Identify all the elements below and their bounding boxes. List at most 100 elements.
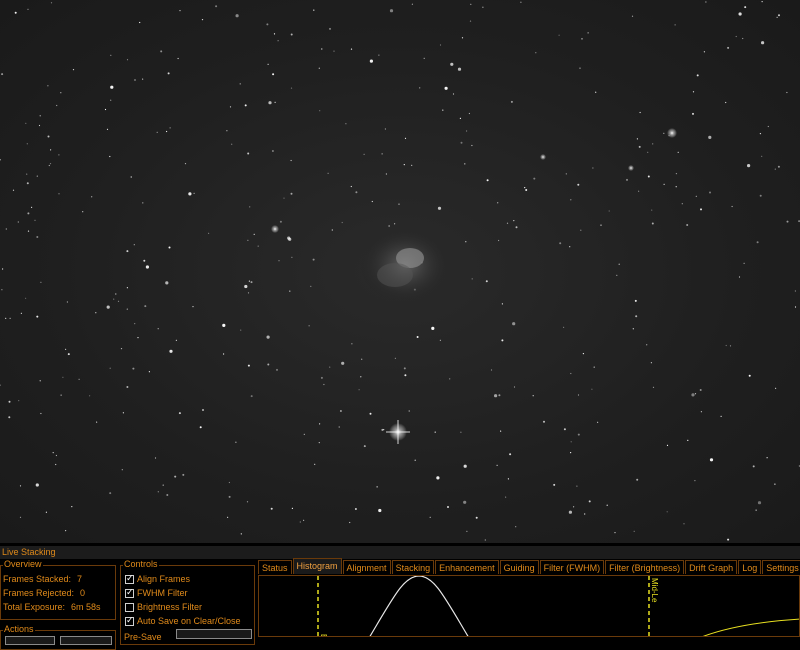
- star: [250, 281, 253, 284]
- tab-bar: Status Histogram Alignment Stacking Enhancem…: [258, 558, 800, 575]
- tab-filter-fwhm[interactable]: Filter (FWHM): [539, 560, 605, 574]
- star: [755, 509, 757, 511]
- star: [110, 99, 112, 101]
- star: [318, 67, 320, 69]
- star: [735, 35, 737, 38]
- star: [350, 185, 352, 188]
- star: [767, 125, 769, 128]
- star: [731, 205, 733, 208]
- star: [776, 16, 778, 18]
- star: [525, 189, 528, 191]
- star: [576, 485, 578, 487]
- star: [134, 79, 136, 81]
- star: [89, 395, 91, 397]
- star: [267, 63, 269, 65]
- star: [36, 175, 38, 177]
- star: [126, 287, 128, 289]
- star: [652, 143, 654, 145]
- tab-guiding[interactable]: Guiding: [499, 560, 539, 574]
- star: [5, 228, 7, 230]
- star: [692, 112, 694, 115]
- star: [137, 337, 139, 339]
- star: [403, 164, 405, 166]
- star: [110, 85, 114, 89]
- star: [319, 423, 321, 425]
- checkbox-fwhm-filter[interactable]: [125, 587, 134, 598]
- panel-title: Live Stacking: [0, 546, 800, 559]
- star: [774, 483, 776, 485]
- star: [505, 496, 507, 498]
- star: [565, 173, 567, 175]
- star: [338, 426, 340, 428]
- tab-histogram[interactable]: Histogram: [292, 558, 342, 574]
- tab-enhancement[interactable]: Enhancement: [435, 560, 499, 574]
- star: [277, 40, 279, 42]
- star: [27, 230, 30, 232]
- action-button-2[interactable]: [60, 636, 112, 645]
- star: [444, 86, 448, 90]
- histogram-chart[interactable]: Bl Mid-Le: [258, 575, 800, 637]
- star: [222, 323, 226, 327]
- star: [466, 530, 468, 533]
- star: [647, 175, 650, 178]
- tab-status[interactable]: Status: [258, 560, 292, 574]
- star: [494, 394, 498, 398]
- star: [759, 133, 762, 135]
- star: [727, 46, 730, 49]
- star: [109, 492, 112, 495]
- star: [188, 192, 192, 196]
- star: [223, 353, 225, 355]
- star: [228, 481, 230, 484]
- star: [227, 516, 229, 518]
- star: [14, 11, 17, 14]
- star: [154, 457, 157, 459]
- star: [361, 358, 363, 360]
- checkbox-align-frames[interactable]: [125, 573, 134, 584]
- checkbox-brightness-filter[interactable]: [125, 603, 134, 612]
- star: [385, 173, 387, 175]
- star: [355, 191, 358, 194]
- tab-drift-graph[interactable]: Drift Graph: [685, 560, 738, 574]
- tab-log[interactable]: Log: [738, 560, 762, 574]
- star: [512, 322, 516, 326]
- star: [349, 521, 351, 524]
- star: [535, 52, 537, 54]
- star: [652, 386, 655, 388]
- star: [631, 15, 634, 17]
- star: [303, 519, 305, 521]
- star: [431, 326, 435, 330]
- overview-group: Overview Frames Stacked: 7 Frames Rejecte…: [0, 559, 116, 620]
- star: [786, 220, 789, 223]
- tab-stacking[interactable]: Stacking: [391, 560, 435, 574]
- star: [39, 115, 41, 117]
- star: [515, 526, 517, 528]
- star: [608, 210, 610, 212]
- tab-filter-brightness[interactable]: Filter (Brightness): [605, 560, 685, 574]
- star: [167, 72, 170, 75]
- stacked-image-viewer[interactable]: [0, 0, 800, 543]
- star: [168, 246, 171, 249]
- star: [509, 453, 512, 456]
- pre-save-dropdown[interactable]: [176, 629, 252, 639]
- star: [411, 3, 413, 5]
- star: [50, 2, 53, 4]
- frames-stacked-row: Frames Stacked: 7: [3, 574, 83, 584]
- star: [743, 262, 745, 264]
- star: [581, 38, 583, 40]
- tab-alignment[interactable]: Alignment: [342, 560, 391, 574]
- action-button-1[interactable]: [5, 636, 55, 645]
- star: [47, 85, 49, 87]
- tab-settings[interactable]: Settings: [762, 560, 800, 574]
- bright-star: [271, 128, 677, 444]
- star: [597, 421, 599, 423]
- star: [616, 274, 618, 276]
- star: [26, 182, 29, 185]
- star: [126, 59, 129, 61]
- star: [520, 1, 522, 3]
- frames-stacked-value: 7: [77, 574, 83, 584]
- star: [331, 229, 333, 231]
- star: [271, 150, 274, 152]
- checkbox-auto-save-on-clear-close[interactable]: [125, 615, 134, 626]
- star: [60, 394, 62, 396]
- star: [752, 465, 755, 468]
